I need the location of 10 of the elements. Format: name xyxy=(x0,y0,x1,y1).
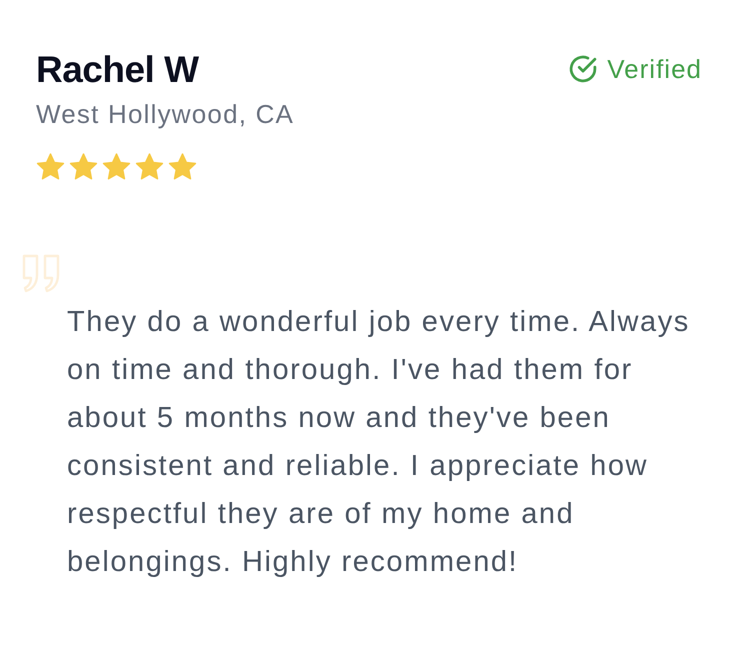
verified-label: Verified xyxy=(607,56,702,82)
star-icon xyxy=(102,152,131,181)
reviewer-name: Rachel W xyxy=(36,50,200,91)
check-circle-icon xyxy=(568,54,598,84)
star-icon xyxy=(36,152,65,181)
star-icon xyxy=(69,152,98,181)
review-text: They do a wonderful job every time. Always on time and thorough. I've had them for about 5 months now and they've been consistent and reliable. I appreciate how respectful they are of my home and belongings. Highly recommend! xyxy=(67,304,691,580)
reviewer-location: West Hollywood, CA xyxy=(36,98,294,130)
star-icon xyxy=(135,152,164,181)
star-icon xyxy=(168,152,197,181)
